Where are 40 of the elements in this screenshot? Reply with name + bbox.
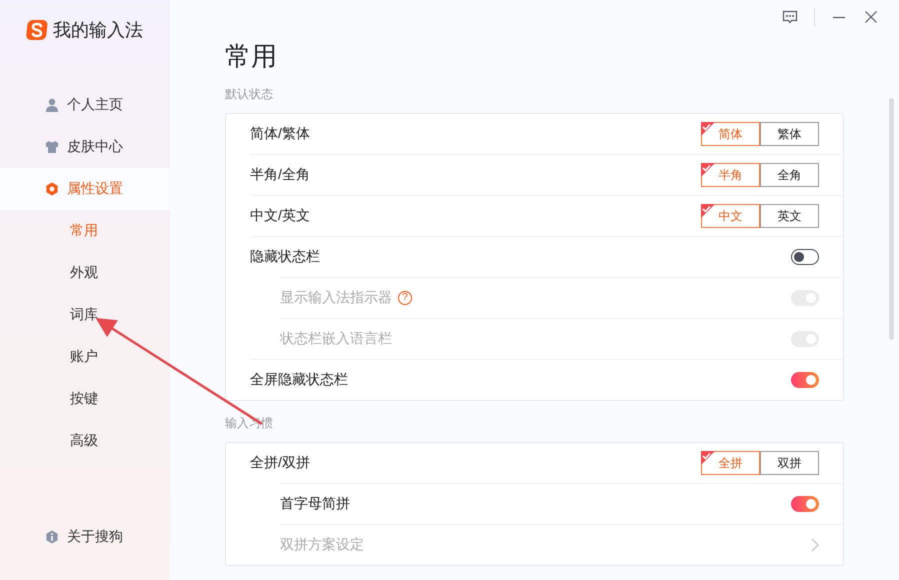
sub-nav-item[interactable]: 外观 <box>0 252 170 294</box>
nav-item[interactable]: 个人主页 <box>0 84 170 126</box>
setting-label: 隐藏状态栏 <box>250 248 320 266</box>
setting-label: 半角/全角 <box>250 166 310 184</box>
close-icon[interactable] <box>863 8 879 24</box>
about-item[interactable]: 关于搜狗 <box>0 516 170 558</box>
setting-label: 双拼方案设定 <box>280 536 364 554</box>
check-corner-icon <box>701 122 715 136</box>
toggle-switch[interactable] <box>791 372 819 388</box>
setting-label: 全屏隐藏状态栏 <box>250 371 348 389</box>
scrollbar[interactable] <box>889 98 894 340</box>
setting-label: 显示输入法指示器 <box>280 289 392 307</box>
feedback-icon[interactable] <box>782 8 798 24</box>
sub-nav-item[interactable]: 按键 <box>0 378 170 420</box>
page-title: 常用 <box>225 40 278 73</box>
check-corner-icon <box>701 451 715 465</box>
segment-option[interactable]: 英文 <box>760 204 819 228</box>
setting-label: 首字母简拼 <box>280 495 350 513</box>
setting-label: 状态栏嵌入语言栏 <box>280 330 392 348</box>
sub-nav-item[interactable]: 词库 <box>0 294 170 336</box>
setting-label: 中文/英文 <box>250 207 310 225</box>
hexagon-icon <box>45 182 59 196</box>
info-icon <box>45 530 59 544</box>
app-title: 我的输入法 <box>53 19 143 42</box>
logo-icon <box>26 19 48 41</box>
check-corner-icon <box>701 163 715 177</box>
section-label: 默认状态 <box>225 86 274 103</box>
person-icon <box>45 98 59 112</box>
sub-nav-item[interactable]: 账户 <box>0 336 170 378</box>
segment-option[interactable]: 双拼 <box>760 451 819 475</box>
toggle-switch[interactable] <box>791 496 819 512</box>
segment-option[interactable]: 全角 <box>760 163 819 187</box>
setting-label: 全拼/双拼 <box>250 454 310 472</box>
segment-option[interactable]: 繁体 <box>760 122 819 146</box>
sub-nav-item[interactable]: 高级 <box>0 420 170 462</box>
nav-item[interactable]: 皮肤中心 <box>0 126 170 168</box>
toggle-switch[interactable] <box>791 249 819 265</box>
check-corner-icon <box>701 204 715 218</box>
setting-label: 简体/繁体 <box>250 125 310 143</box>
shirt-icon <box>45 140 59 154</box>
